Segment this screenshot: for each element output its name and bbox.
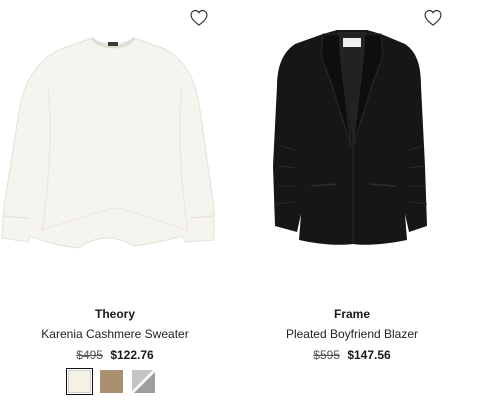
product-image-blazer[interactable] xyxy=(237,26,467,276)
product-name[interactable]: Karenia Cashmere Sweater xyxy=(0,326,230,342)
color-swatches xyxy=(66,368,155,395)
swatch-camel[interactable] xyxy=(100,370,123,393)
sale-price: $147.56 xyxy=(347,348,391,362)
wishlist-heart-icon[interactable] xyxy=(189,8,209,28)
sale-price: $122.76 xyxy=(110,348,154,362)
swatch-ivory[interactable] xyxy=(66,368,93,395)
product-brand: Theory xyxy=(94,307,135,321)
product-image-sweater[interactable] xyxy=(0,26,230,276)
product-price: $595 $147.56 xyxy=(237,347,467,363)
product-name[interactable]: Pleated Boyfriend Blazer xyxy=(237,326,467,342)
product-card[interactable]: Frame Pleated Boyfriend Blazer $595 $147… xyxy=(237,0,467,408)
product-brand: Frame xyxy=(333,307,371,321)
product-price: $495 $122.76 xyxy=(0,347,230,363)
product-card[interactable]: Theory Karenia Cashmere Sweater $495 $12… xyxy=(0,0,230,408)
swatch-grey-pattern[interactable] xyxy=(132,370,155,393)
original-price: $495 xyxy=(76,348,103,362)
wishlist-heart-icon[interactable] xyxy=(423,8,443,28)
original-price: $595 xyxy=(313,348,340,362)
